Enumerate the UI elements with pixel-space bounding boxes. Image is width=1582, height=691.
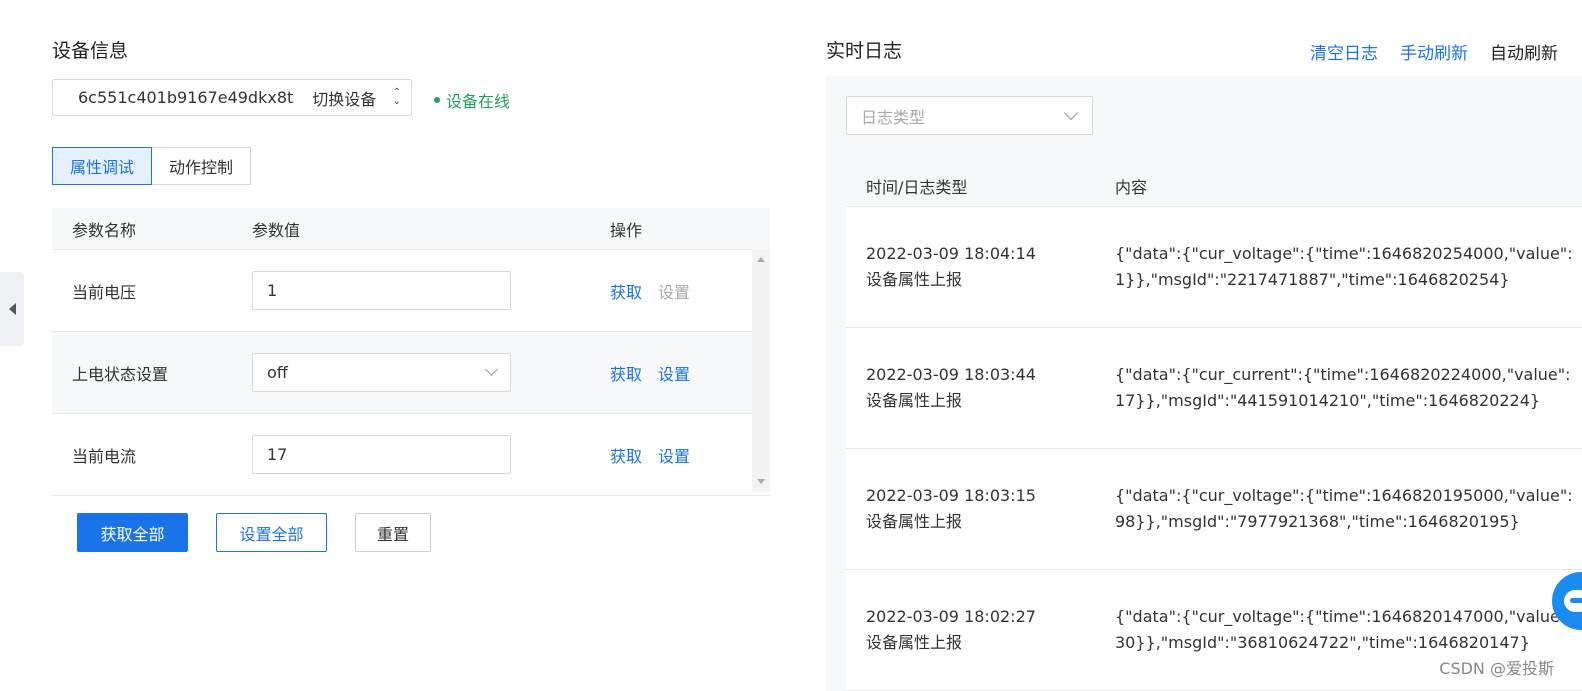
auto-refresh-toggle[interactable]: 自动刷新 [1490, 39, 1558, 64]
tab-action-control[interactable]: 动作控制 [152, 147, 252, 185]
device-selector[interactable]: 6c551c401b9167e49dkx8t 切换设备 ⌃ ⌄ [52, 79, 412, 116]
scroll-down-icon[interactable] [757, 479, 765, 484]
column-header-content: 内容 [1115, 178, 1148, 197]
reset-button[interactable]: 重置 [355, 513, 431, 552]
table-row: 当前电压 1 获取 设置 [52, 249, 770, 331]
log-content: {"data":{"cur_current":{"time":164682022… [1115, 364, 1571, 411]
log-table-header: 时间/日志类型 内容 [846, 166, 1582, 207]
set-button[interactable]: 设置 [658, 279, 690, 303]
get-all-button[interactable]: 获取全部 [77, 513, 188, 552]
caret-left-icon [8, 303, 16, 315]
table-row: 上电状态设置 off 获取 设置 [52, 331, 770, 413]
select-arrows-icon: ⌃ ⌄ [392, 87, 401, 107]
scroll-up-icon[interactable] [757, 257, 765, 262]
sidebar-collapse-toggle[interactable] [0, 272, 24, 346]
device-panel: 设备信息 6c551c401b9167e49dkx8t 切换设备 ⌃ ⌄ 设备在线… [52, 0, 770, 691]
log-time: 2022-03-09 18:02:27 [866, 607, 1036, 626]
property-table-body: 当前电压 1 获取 设置 上电状态设置 off 获取 设置 当前电流 17 获取… [52, 249, 770, 496]
debug-tabs: 属性调试 动作控制 [52, 147, 252, 185]
switch-device-label: 切换设备 [312, 89, 377, 109]
log-type: 设备属性上报 [866, 512, 963, 531]
device-status-text: 设备在线 [446, 92, 511, 111]
log-time: 2022-03-09 18:03:44 [866, 365, 1036, 384]
log-table: 时间/日志类型 内容 2022-03-09 18:04:14 设备属性上报 {"d… [846, 166, 1582, 691]
log-row: 2022-03-09 18:03:44 设备属性上报 {"data":{"cur_… [846, 328, 1582, 449]
tab-property-debug[interactable]: 属性调试 [52, 147, 153, 185]
param-name: 当前电压 [72, 282, 137, 302]
param-value-selected: off [267, 363, 288, 382]
device-panel-title: 设备信息 [52, 40, 129, 62]
get-button[interactable]: 获取 [610, 361, 642, 385]
log-panel-title: 实时日志 [826, 40, 903, 62]
column-header-value: 参数值 [252, 220, 301, 240]
log-type-placeholder: 日志类型 [861, 107, 926, 127]
log-content: {"data":{"cur_voltage":{"time":164682014… [1115, 606, 1573, 653]
device-id: 6c551c401b9167e49dkx8t [78, 88, 294, 107]
chevron-down-icon [1063, 105, 1079, 121]
log-toolbar: 清空日志 手动刷新 自动刷新 [1310, 39, 1558, 64]
log-type: 设备属性上报 [866, 391, 963, 410]
property-table-header: 参数名称 参数值 操作 [52, 208, 770, 249]
get-button[interactable]: 获取 [610, 279, 642, 303]
table-row: 当前电流 17 获取 设置 [52, 413, 770, 495]
set-button[interactable]: 设置 [658, 443, 690, 467]
column-header-time-type: 时间/日志类型 [866, 178, 968, 197]
log-content: {"data":{"cur_voltage":{"time":164682025… [1115, 243, 1573, 290]
log-panel: 实时日志 清空日志 手动刷新 自动刷新 日志类型 时间/日志类型 内容 2022… [826, 0, 1582, 691]
log-type: 设备属性上报 [866, 633, 963, 652]
param-name: 上电状态设置 [72, 364, 169, 384]
chevron-down-icon [485, 363, 498, 376]
manual-refresh-link[interactable]: 手动刷新 [1400, 39, 1468, 64]
param-name: 当前电流 [72, 446, 137, 466]
log-row: 2022-03-09 18:04:14 设备属性上报 {"data":{"cur_… [846, 207, 1582, 328]
log-type: 设备属性上报 [866, 270, 963, 289]
get-button[interactable]: 获取 [610, 443, 642, 467]
watermark: CSDN @爱投斯 [1439, 659, 1554, 678]
status-dot-icon [434, 97, 440, 103]
set-button[interactable]: 设置 [658, 361, 690, 385]
robot-face-icon [1564, 590, 1582, 612]
param-value-select[interactable]: off [252, 353, 511, 392]
property-actions: 获取全部 设置全部 重置 [77, 513, 431, 552]
column-header-name: 参数名称 [72, 220, 137, 240]
log-row: 2022-03-09 18:03:15 设备属性上报 {"data":{"cur_… [846, 449, 1582, 570]
log-content: {"data":{"cur_voltage":{"time":164682019… [1115, 485, 1573, 532]
table-scrollbar[interactable] [752, 249, 770, 492]
log-content-area: 日志类型 时间/日志类型 内容 2022-03-09 18:04:14 设备属性上… [826, 76, 1582, 691]
param-value-input[interactable]: 17 [252, 435, 511, 474]
log-type-select[interactable]: 日志类型 [846, 96, 1093, 135]
device-status: 设备在线 [434, 88, 510, 112]
clear-log-link[interactable]: 清空日志 [1310, 39, 1378, 64]
column-header-actions: 操作 [610, 220, 643, 240]
log-time: 2022-03-09 18:04:14 [866, 244, 1036, 263]
property-table: 参数名称 参数值 操作 当前电压 1 获取 设置 上电状态设置 off 获取 设… [52, 208, 770, 496]
set-all-button[interactable]: 设置全部 [216, 513, 327, 552]
log-time: 2022-03-09 18:03:15 [866, 486, 1036, 505]
param-value-input[interactable]: 1 [252, 271, 511, 310]
